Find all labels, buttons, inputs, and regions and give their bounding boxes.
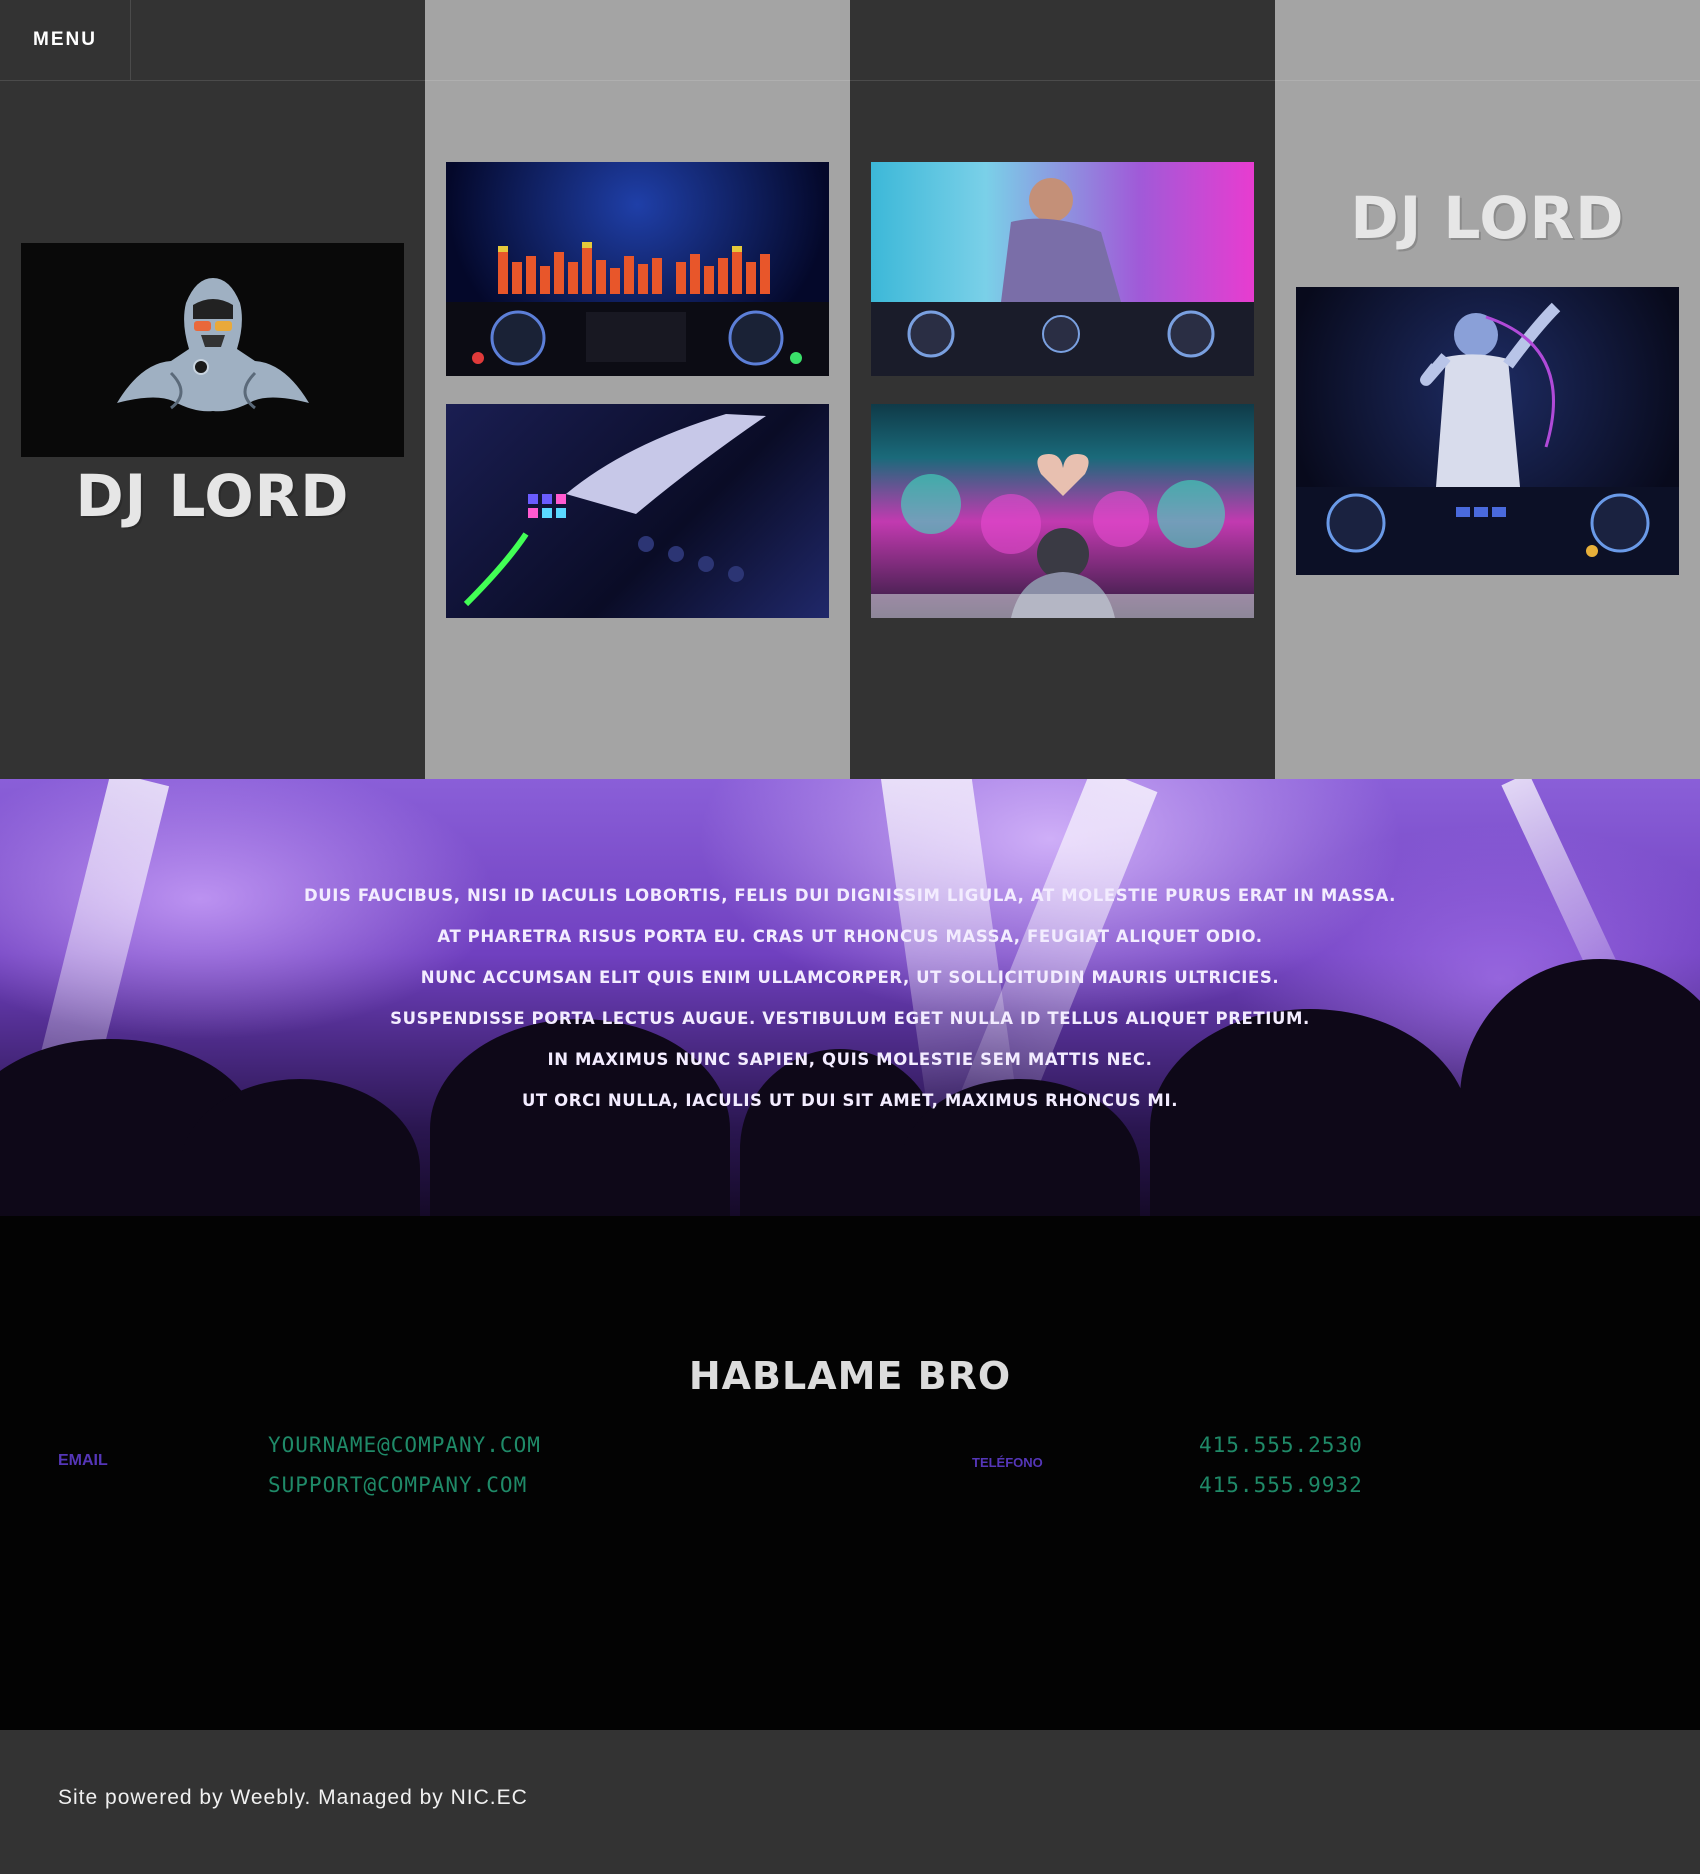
gallery-column-3 xyxy=(850,0,1275,779)
banner-line: Duis faucibus, nisi id iaculis lobortis,… xyxy=(303,886,1397,905)
phone-secondary-link[interactable]: 415.555.9932 xyxy=(1199,1465,1363,1505)
dj-heart-hands-crowd-image xyxy=(871,404,1254,618)
contact-title: HABLAME BRO xyxy=(688,1354,1012,1398)
header-divider xyxy=(0,80,1700,81)
email-primary-link[interactable]: YOURNAME@COMPANY.COM xyxy=(268,1425,541,1465)
banner-line: Ut orci nulla, iaculis ut dui sit amet, … xyxy=(521,1091,1179,1110)
phone-primary-link[interactable]: 415.555.2530 xyxy=(1199,1425,1363,1465)
gallery-grid: MENU DJ LORD DJ LORD xyxy=(0,0,1700,779)
banner-line: In maximus nunc sapien, quis molestie se… xyxy=(547,1050,1153,1069)
banner-line: Nunc accumsan elit quis enim ullamcorper… xyxy=(420,968,1280,987)
email-support-link[interactable]: SUPPORT@COMPANY.COM xyxy=(268,1465,527,1505)
phone-label: TELÉFONO xyxy=(972,1455,1043,1470)
gallery-column-2 xyxy=(425,0,850,779)
menu-button[interactable]: MENU xyxy=(0,0,131,80)
dj-dancing-decks-image xyxy=(1296,287,1679,575)
footer-credit[interactable]: Site powered by Weebly. Managed by NIC.E… xyxy=(58,1786,528,1810)
hero-banner: Duis faucibus, nisi id iaculis lobortis,… xyxy=(0,779,1700,1216)
contact-section: HABLAME BRO EMAIL YOURNAME@COMPANY.COM S… xyxy=(0,1216,1700,1730)
darth-vader-logo-image xyxy=(21,243,404,457)
dj-mixing-in-smoke-image xyxy=(871,162,1254,376)
equalizer-dj-decks-image xyxy=(446,162,829,376)
brand-logo-text: DJ LORD xyxy=(75,462,350,530)
banner-text: Duis faucibus, nisi id iaculis lobortis,… xyxy=(0,875,1700,1121)
email-label: EMAIL xyxy=(58,1452,108,1469)
hand-on-mixer-image xyxy=(446,404,829,618)
banner-line: At pharetra risus porta eu. Cras ut rhon… xyxy=(437,927,1263,946)
banner-line: Suspendisse porta lectus augue. Vestibul… xyxy=(390,1009,1310,1028)
site-footer: Site powered by Weebly. Managed by NIC.E… xyxy=(0,1730,1700,1874)
brand-logo-text-secondary: DJ LORD xyxy=(1350,184,1625,252)
